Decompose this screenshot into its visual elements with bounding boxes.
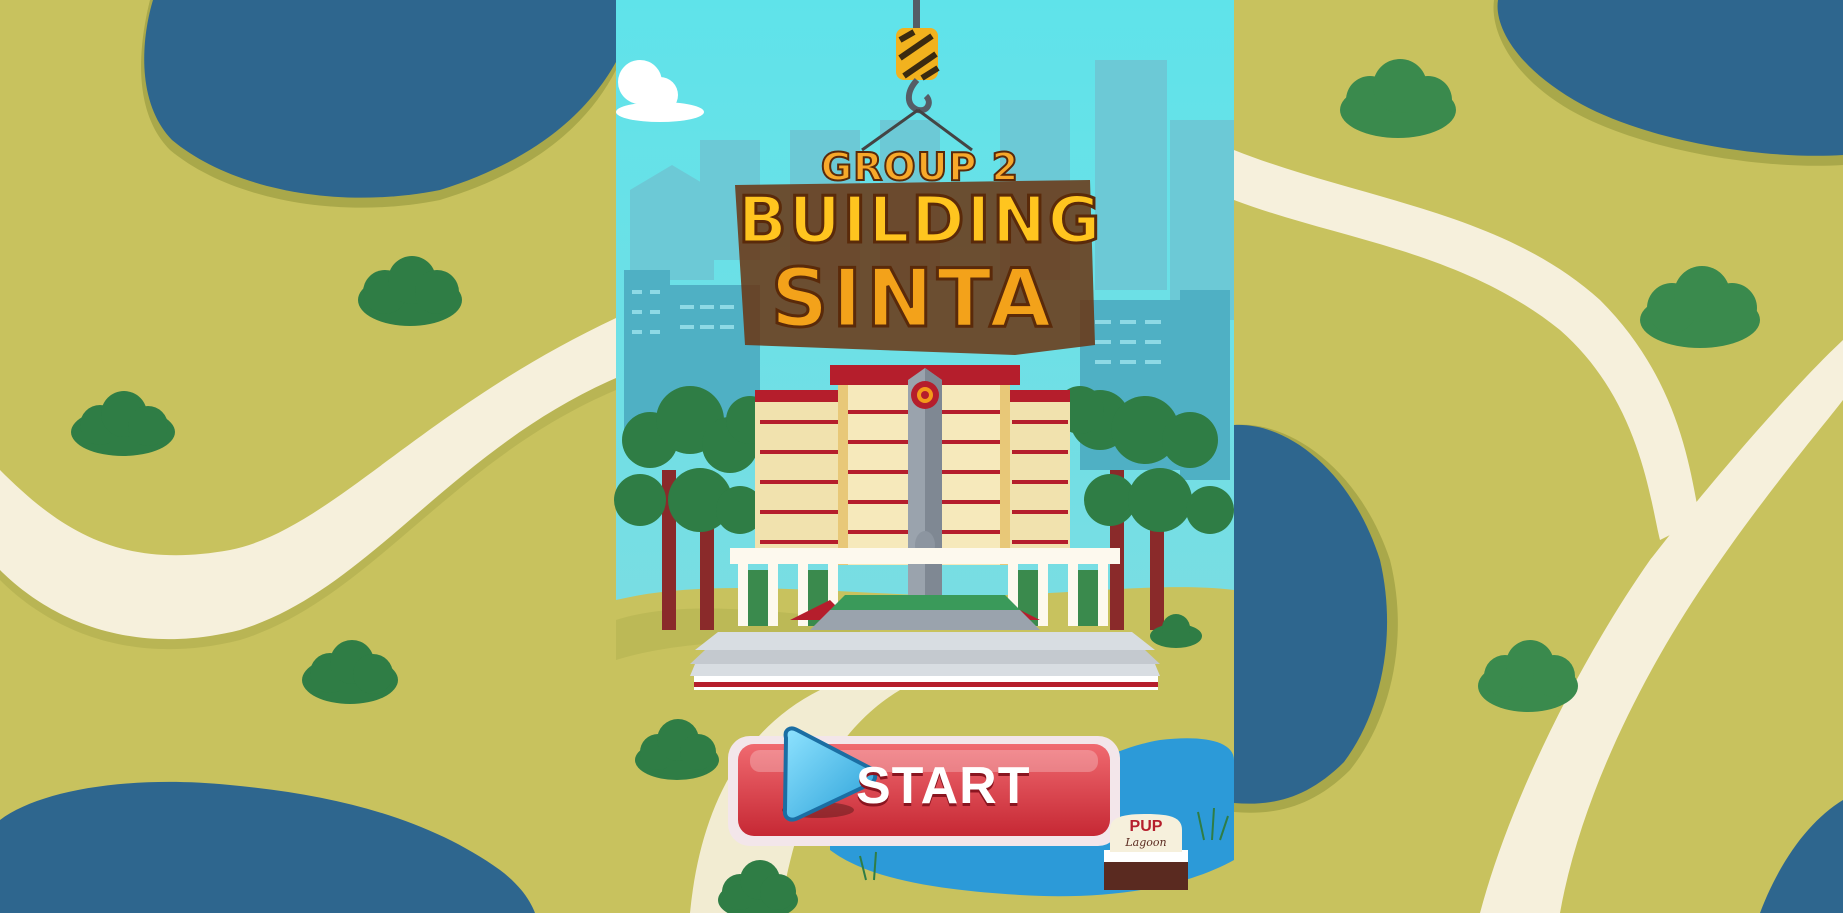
title-line2-text: SINTA — [769, 252, 1056, 345]
sign-text-pup: PUP — [1129, 818, 1163, 835]
title-group-text: GROUP 2 — [820, 144, 1020, 190]
left-map-panel — [0, 0, 616, 913]
start-button[interactable]: START — [728, 736, 1120, 846]
sign-text-lagoon: Lagoon — [1125, 836, 1167, 849]
start-button-label: START — [856, 757, 1031, 815]
title-line1-text: BUILDING — [737, 184, 1103, 258]
right-map-panel — [1234, 0, 1843, 913]
